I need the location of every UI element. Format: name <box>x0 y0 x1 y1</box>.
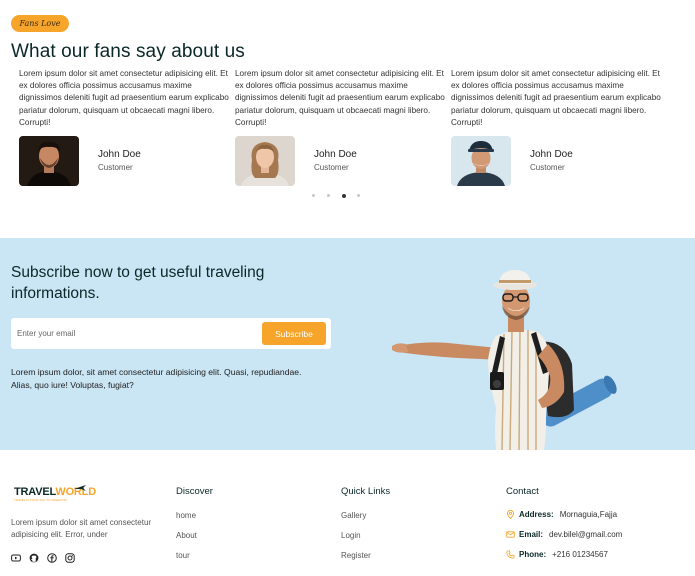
contact-phone: Phone: +216 01234567 <box>506 550 608 559</box>
carousel-dot[interactable] <box>312 194 315 197</box>
phone-value[interactable]: +216 01234567 <box>552 550 608 559</box>
footer-link-register[interactable]: Register <box>341 551 371 560</box>
phone-label: Phone: <box>519 550 547 559</box>
testimonial-text: Lorem ipsum dolor sit amet consectetur a… <box>451 69 661 127</box>
testimonial-card: Lorem ipsum dolor sit amet consectetur a… <box>451 68 663 186</box>
instagram-icon[interactable] <box>65 550 75 563</box>
youtube-icon[interactable] <box>11 550 21 562</box>
testimonial-card: Lorem ipsum dolor sit amet consectetur a… <box>19 68 231 186</box>
mail-icon <box>506 531 515 538</box>
carousel-dot-active[interactable] <box>342 193 346 198</box>
footer-link-about[interactable]: About <box>176 531 197 540</box>
testimonial-text: Lorem ipsum dolor sit amet consectetur a… <box>235 69 445 127</box>
contact-address: Address: Mornaguia,Fajja <box>506 510 617 519</box>
address-label: Address: <box>519 510 554 519</box>
traveler-image <box>388 268 620 451</box>
subscribe-title: Subscribe now to get useful traveling in… <box>11 264 265 302</box>
footer-discover: Discover home About tour <box>176 486 213 560</box>
testimonials-title: What our fans say about us <box>11 41 245 62</box>
author-role: Customer <box>314 163 349 172</box>
footer-contact: Contact Address: Mornaguia,Fajja Email: … <box>506 486 622 559</box>
author-role: Customer <box>98 163 133 172</box>
phone-icon <box>506 550 515 559</box>
logo-travel-text: TRAVEL <box>14 486 56 498</box>
footer-description: Lorem ipsum dolor sit amet consectetur a… <box>11 518 152 539</box>
author-name: John Doe <box>98 149 141 160</box>
map-pin-icon <box>506 510 515 519</box>
testimonial-text: Lorem ipsum dolor sit amet consectetur a… <box>19 69 229 127</box>
subscribe-description: Lorem ipsum dolor, sit amet consectetur … <box>11 367 302 390</box>
footer-link-gallery[interactable]: Gallery <box>341 511 366 520</box>
avatar <box>451 136 511 186</box>
email-input[interactable] <box>17 323 257 343</box>
footer-link-home[interactable]: home <box>176 511 196 520</box>
logo-tagline: TRAVEL IS YOUR WAY TO FREEDOM <box>14 498 67 502</box>
avatar <box>19 136 79 186</box>
carousel-dots <box>308 193 368 199</box>
carousel-dot[interactable] <box>357 194 360 197</box>
author-name: John Doe <box>314 149 357 160</box>
travel-world-logo[interactable]: TRAVELWORLD TRAVEL IS YOUR WAY TO FREEDO… <box>14 485 96 510</box>
footer-link-login[interactable]: Login <box>341 531 361 540</box>
footer-quick-links: Quick Links Gallery Login Register <box>341 486 391 560</box>
github-icon[interactable] <box>29 550 39 563</box>
quick-links-title: Quick Links <box>341 486 391 497</box>
testimonial-author: John Doe Customer <box>235 136 447 186</box>
email-label: Email: <box>519 530 544 539</box>
contact-email: Email: dev.bilel@gmail.com <box>506 530 622 539</box>
contact-title: Contact <box>506 486 539 497</box>
footer: TRAVELWORLD TRAVEL IS YOUR WAY TO FREEDO… <box>0 450 695 576</box>
carousel-dot[interactable] <box>327 194 330 197</box>
author-role: Customer <box>530 163 565 172</box>
testimonial-card: Lorem ipsum dolor sit amet consectetur a… <box>235 68 447 186</box>
subscribe-button[interactable]: Subscribe <box>262 322 326 345</box>
author-name: John Doe <box>530 149 573 160</box>
plane-icon <box>74 485 86 491</box>
avatar <box>235 136 295 186</box>
email-value[interactable]: dev.bilel@gmail.com <box>549 530 622 539</box>
social-links <box>11 550 75 563</box>
discover-title: Discover <box>176 486 213 497</box>
facebook-icon[interactable] <box>47 550 57 563</box>
subscribe-form: Subscribe <box>11 318 331 349</box>
testimonial-author: John Doe Customer <box>19 136 231 186</box>
testimonial-author: John Doe Customer <box>451 136 663 186</box>
fans-love-badge: Fans Love <box>11 15 69 32</box>
subscribe-section: Subscribe now to get useful traveling in… <box>0 238 695 451</box>
footer-link-tour[interactable]: tour <box>176 551 190 560</box>
address-value: Mornaguia,Fajja <box>559 510 618 519</box>
